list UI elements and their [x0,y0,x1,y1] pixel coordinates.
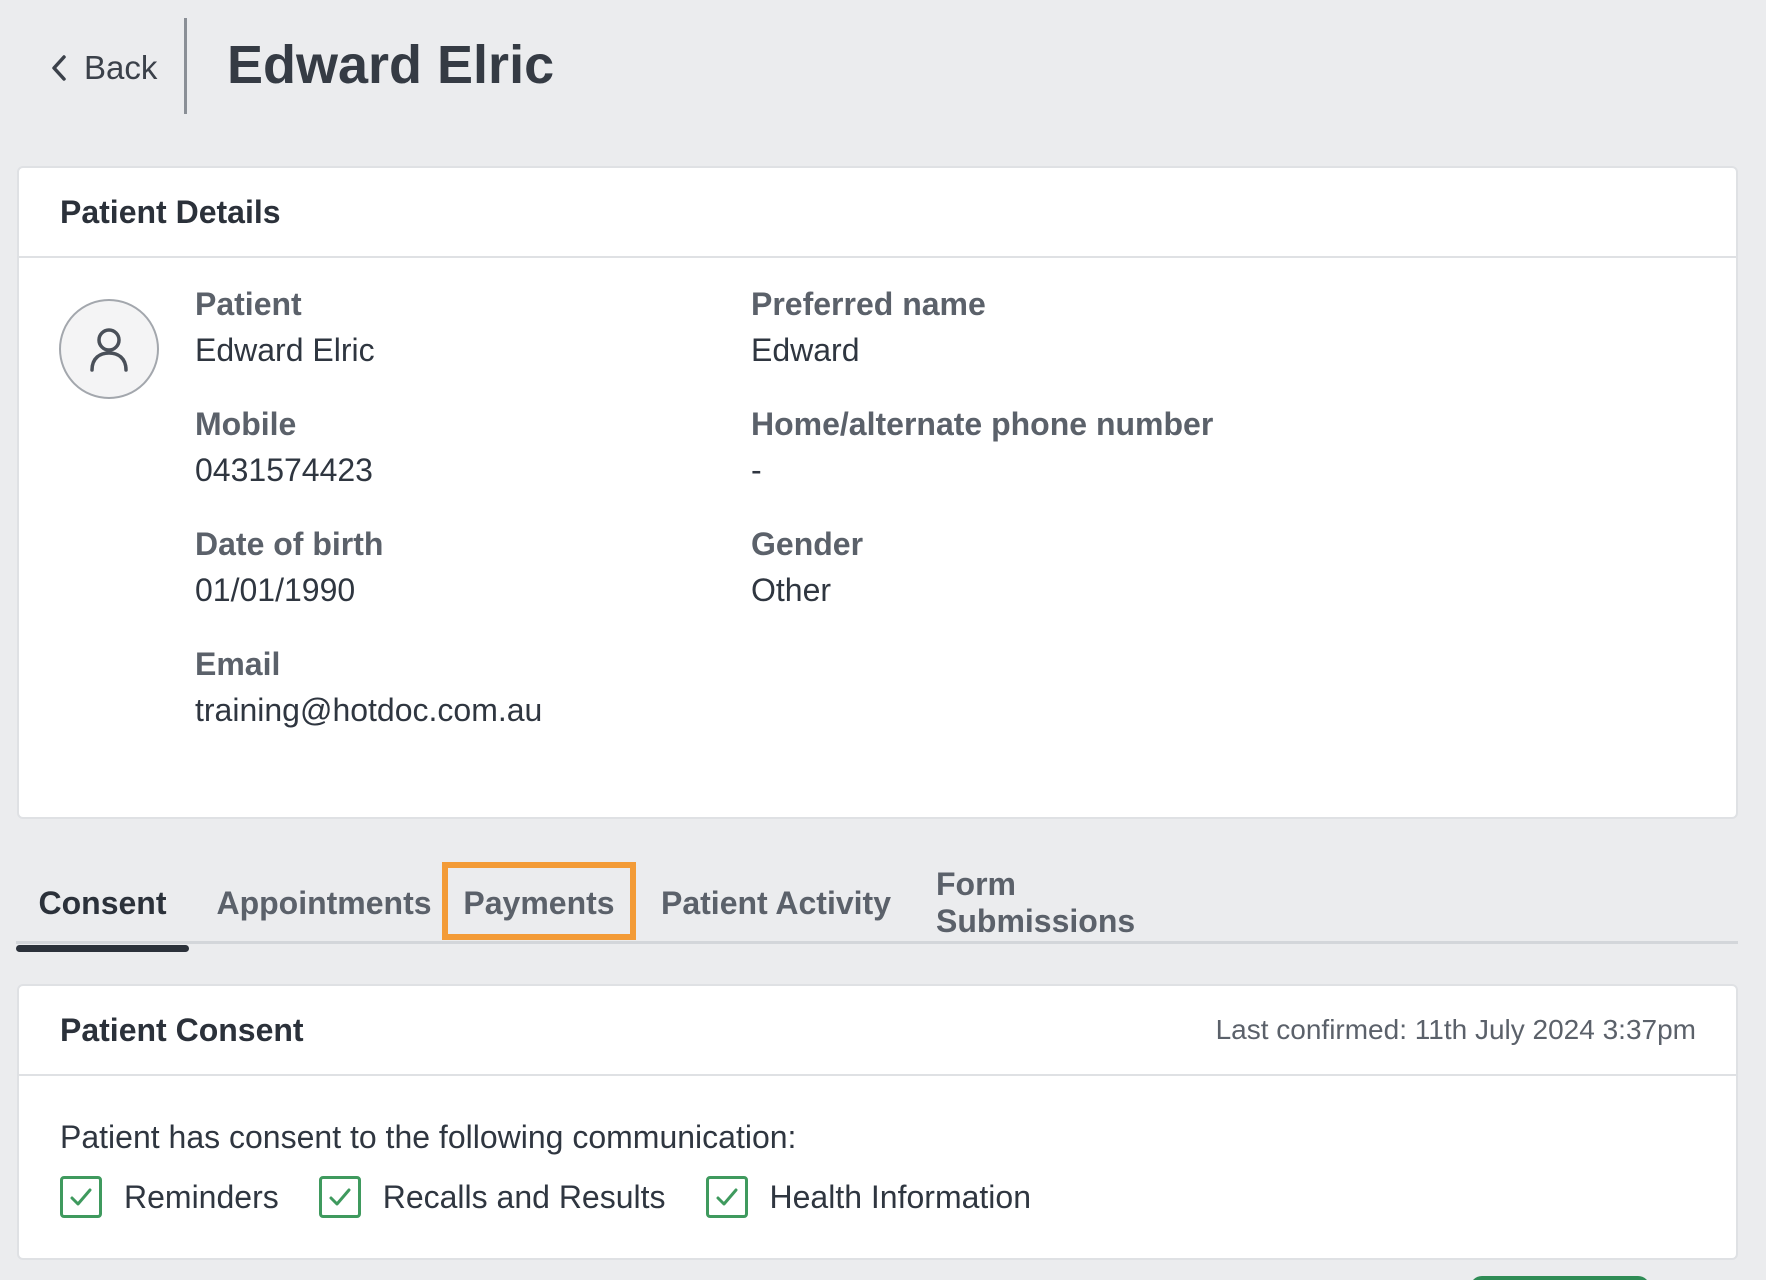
field-label: Home/alternate phone number [751,406,1214,442]
consent-recalls-results[interactable]: Recalls and Results [318,1176,666,1218]
field-value: Edward Elric [195,332,375,368]
field-gender: Gender Other [751,524,863,610]
checkbox-label: Health Information [769,1178,1031,1215]
patient-consent-header: Patient Consent Last confirmed: 11th Jul… [19,986,1736,1076]
field-preferred-name: Preferred name Edward [751,284,986,370]
field-label: Gender [751,526,864,562]
checkbox[interactable] [318,1176,361,1218]
field-label: Email [195,646,281,682]
patient-consent-card: Patient Consent Last confirmed: 11th Jul… [17,984,1738,1260]
field-mobile: Mobile 0431574423 [195,404,373,490]
field-value: Other [751,572,832,608]
checkbox-label: Reminders [124,1178,279,1215]
header-divider [184,18,187,114]
field-value: Edward [751,332,860,368]
tab-bar: Consent Appointments Payments Patient Ac… [16,862,1738,952]
consent-checklist: Reminders Recalls and Results Health Inf… [60,1176,1031,1218]
tab-form-submissions[interactable]: Form Submissions [936,862,1208,944]
field-label: Mobile [195,406,297,442]
consent-health-information[interactable]: Health Information [705,1176,1031,1218]
consent-reminders[interactable]: Reminders [60,1176,279,1218]
tab-label: Payments [463,884,615,921]
last-confirmed-text: Last confirmed: 11th July 2024 3:37pm [1215,1014,1696,1045]
green-action-button-edge[interactable] [1470,1276,1650,1280]
field-email: Email training@hotdoc.com.au [195,644,542,730]
field-label: Preferred name [751,286,986,322]
patient-consent-title: Patient Consent [60,1011,304,1048]
tab-payments[interactable]: Payments [448,862,630,944]
tab-patient-activity[interactable]: Patient Activity [656,862,896,944]
patient-details-title: Patient Details [60,193,281,230]
back-label: Back [84,49,158,86]
tab-label: Patient Activity [661,884,891,921]
page-header: Back Edward Elric [0,0,1766,140]
chevron-left-icon [52,55,66,81]
checkmark-icon [716,1188,738,1206]
tab-label: Form Submissions [936,866,1136,939]
checkbox-label: Recalls and Results [382,1178,666,1215]
field-label: Patient [195,286,302,322]
field-value: - [751,452,762,488]
tab-label: Appointments [216,884,432,921]
active-tab-indicator [16,945,189,952]
patient-details-card: Patient Details Patient Edward Elric Pre… [17,166,1738,819]
field-value: training@hotdoc.com.au [195,692,543,728]
checkmark-icon [329,1188,351,1206]
field-label: Date of birth [195,526,384,562]
page-title: Edward Elric [227,35,555,95]
patient-details-header: Patient Details [19,168,1736,258]
tab-consent[interactable]: Consent [16,862,189,952]
tab-appointments[interactable]: Appointments [210,862,438,944]
field-value: 01/01/1990 [195,572,356,608]
checkmark-icon [70,1188,92,1206]
field-patient: Patient Edward Elric [195,284,375,370]
avatar [59,299,159,399]
field-date-of-birth: Date of birth 01/01/1990 [195,524,383,610]
field-value: 0431574423 [195,452,373,488]
checkbox[interactable] [60,1176,102,1218]
back-button[interactable]: Back [48,44,157,92]
checkbox[interactable] [705,1176,748,1218]
consent-intro: Patient has consent to the following com… [60,1119,797,1155]
field-home-phone: Home/alternate phone number - [751,404,1213,490]
person-outline-icon [90,328,128,372]
tab-label: Consent [38,884,167,921]
